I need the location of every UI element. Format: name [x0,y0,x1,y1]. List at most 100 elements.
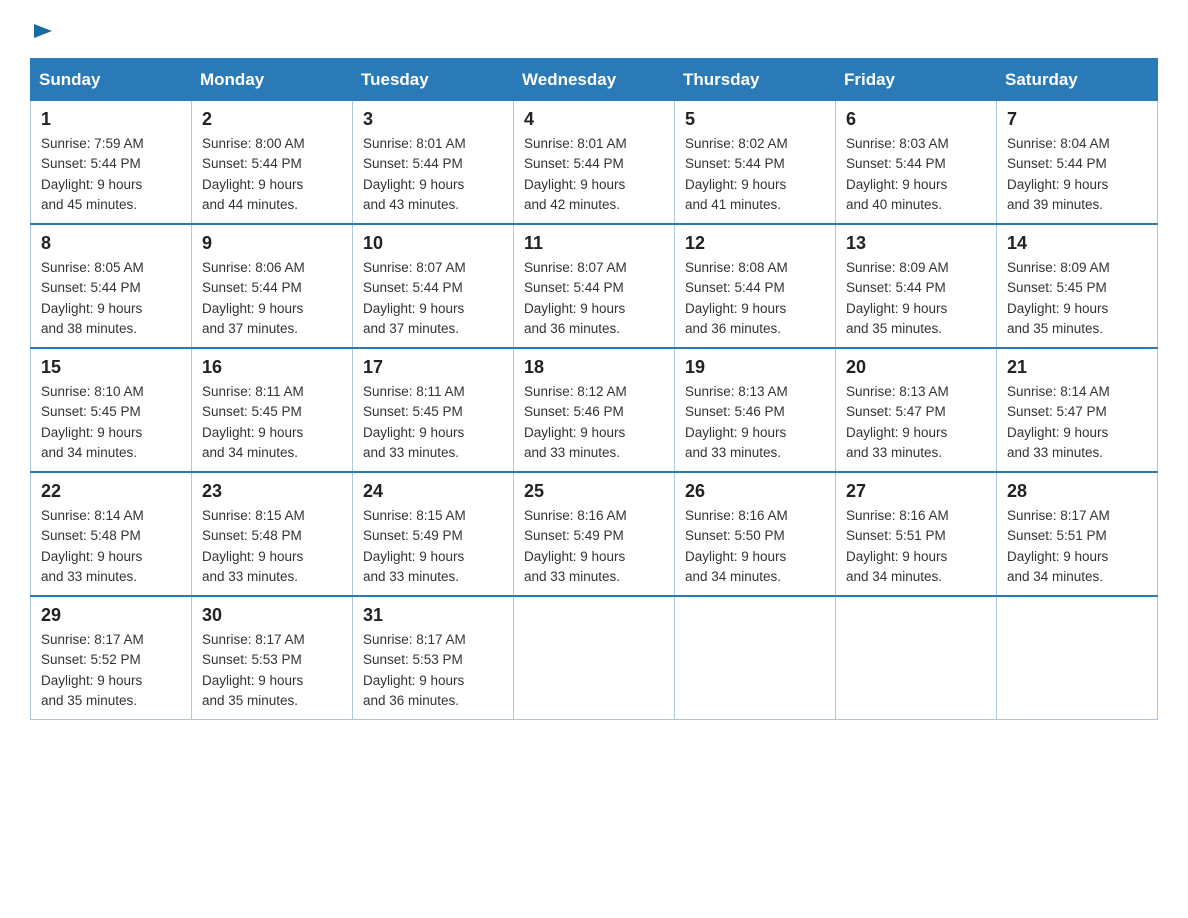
calendar-cell: 9 Sunrise: 8:06 AM Sunset: 5:44 PM Dayli… [192,224,353,348]
calendar-cell: 5 Sunrise: 8:02 AM Sunset: 5:44 PM Dayli… [675,101,836,225]
day-number: 23 [202,481,342,502]
day-info: Sunrise: 8:04 AM Sunset: 5:44 PM Dayligh… [1007,134,1147,215]
day-info: Sunrise: 8:16 AM Sunset: 5:49 PM Dayligh… [524,506,664,587]
calendar-cell: 26 Sunrise: 8:16 AM Sunset: 5:50 PM Dayl… [675,472,836,596]
day-info: Sunrise: 8:03 AM Sunset: 5:44 PM Dayligh… [846,134,986,215]
calendar-cell: 13 Sunrise: 8:09 AM Sunset: 5:44 PM Dayl… [836,224,997,348]
day-info: Sunrise: 7:59 AM Sunset: 5:44 PM Dayligh… [41,134,181,215]
calendar-week-row: 22 Sunrise: 8:14 AM Sunset: 5:48 PM Dayl… [31,472,1158,596]
day-info: Sunrise: 8:17 AM Sunset: 5:53 PM Dayligh… [202,630,342,711]
day-info: Sunrise: 8:07 AM Sunset: 5:44 PM Dayligh… [363,258,503,339]
day-info: Sunrise: 8:06 AM Sunset: 5:44 PM Dayligh… [202,258,342,339]
calendar-cell: 20 Sunrise: 8:13 AM Sunset: 5:47 PM Dayl… [836,348,997,472]
calendar-cell: 25 Sunrise: 8:16 AM Sunset: 5:49 PM Dayl… [514,472,675,596]
calendar-cell: 17 Sunrise: 8:11 AM Sunset: 5:45 PM Dayl… [353,348,514,472]
day-info: Sunrise: 8:13 AM Sunset: 5:46 PM Dayligh… [685,382,825,463]
day-info: Sunrise: 8:11 AM Sunset: 5:45 PM Dayligh… [202,382,342,463]
calendar-cell: 7 Sunrise: 8:04 AM Sunset: 5:44 PM Dayli… [997,101,1158,225]
calendar-cell: 12 Sunrise: 8:08 AM Sunset: 5:44 PM Dayl… [675,224,836,348]
day-number: 9 [202,233,342,254]
calendar-cell: 29 Sunrise: 8:17 AM Sunset: 5:52 PM Dayl… [31,596,192,720]
calendar-cell: 10 Sunrise: 8:07 AM Sunset: 5:44 PM Dayl… [353,224,514,348]
header [30,20,1158,42]
day-header-thursday: Thursday [675,59,836,101]
day-number: 8 [41,233,181,254]
calendar-cell [675,596,836,720]
calendar-cell: 28 Sunrise: 8:17 AM Sunset: 5:51 PM Dayl… [997,472,1158,596]
day-info: Sunrise: 8:00 AM Sunset: 5:44 PM Dayligh… [202,134,342,215]
logo [30,20,54,42]
calendar-cell: 23 Sunrise: 8:15 AM Sunset: 5:48 PM Dayl… [192,472,353,596]
day-info: Sunrise: 8:07 AM Sunset: 5:44 PM Dayligh… [524,258,664,339]
calendar-cell: 11 Sunrise: 8:07 AM Sunset: 5:44 PM Dayl… [514,224,675,348]
day-number: 14 [1007,233,1147,254]
day-info: Sunrise: 8:15 AM Sunset: 5:49 PM Dayligh… [363,506,503,587]
day-info: Sunrise: 8:01 AM Sunset: 5:44 PM Dayligh… [363,134,503,215]
day-number: 19 [685,357,825,378]
day-info: Sunrise: 8:09 AM Sunset: 5:45 PM Dayligh… [1007,258,1147,339]
day-info: Sunrise: 8:16 AM Sunset: 5:51 PM Dayligh… [846,506,986,587]
day-number: 3 [363,109,503,130]
calendar-week-row: 15 Sunrise: 8:10 AM Sunset: 5:45 PM Dayl… [31,348,1158,472]
calendar-cell: 4 Sunrise: 8:01 AM Sunset: 5:44 PM Dayli… [514,101,675,225]
day-number: 27 [846,481,986,502]
calendar-cell [514,596,675,720]
logo-triangle-icon [32,20,54,42]
calendar-cell [997,596,1158,720]
calendar-week-row: 1 Sunrise: 7:59 AM Sunset: 5:44 PM Dayli… [31,101,1158,225]
calendar-cell: 18 Sunrise: 8:12 AM Sunset: 5:46 PM Dayl… [514,348,675,472]
day-info: Sunrise: 8:09 AM Sunset: 5:44 PM Dayligh… [846,258,986,339]
calendar-cell: 31 Sunrise: 8:17 AM Sunset: 5:53 PM Dayl… [353,596,514,720]
day-header-wednesday: Wednesday [514,59,675,101]
day-header-tuesday: Tuesday [353,59,514,101]
day-number: 24 [363,481,503,502]
calendar-cell: 16 Sunrise: 8:11 AM Sunset: 5:45 PM Dayl… [192,348,353,472]
calendar-table: SundayMondayTuesdayWednesdayThursdayFrid… [30,58,1158,720]
day-number: 11 [524,233,664,254]
calendar-cell: 22 Sunrise: 8:14 AM Sunset: 5:48 PM Dayl… [31,472,192,596]
day-info: Sunrise: 8:14 AM Sunset: 5:48 PM Dayligh… [41,506,181,587]
day-number: 4 [524,109,664,130]
calendar-cell: 30 Sunrise: 8:17 AM Sunset: 5:53 PM Dayl… [192,596,353,720]
day-number: 21 [1007,357,1147,378]
day-number: 13 [846,233,986,254]
day-number: 22 [41,481,181,502]
day-number: 25 [524,481,664,502]
calendar-cell: 14 Sunrise: 8:09 AM Sunset: 5:45 PM Dayl… [997,224,1158,348]
day-number: 20 [846,357,986,378]
day-info: Sunrise: 8:13 AM Sunset: 5:47 PM Dayligh… [846,382,986,463]
day-info: Sunrise: 8:05 AM Sunset: 5:44 PM Dayligh… [41,258,181,339]
calendar-cell: 19 Sunrise: 8:13 AM Sunset: 5:46 PM Dayl… [675,348,836,472]
calendar-week-row: 29 Sunrise: 8:17 AM Sunset: 5:52 PM Dayl… [31,596,1158,720]
day-number: 2 [202,109,342,130]
day-info: Sunrise: 8:14 AM Sunset: 5:47 PM Dayligh… [1007,382,1147,463]
day-info: Sunrise: 8:12 AM Sunset: 5:46 PM Dayligh… [524,382,664,463]
calendar-cell: 2 Sunrise: 8:00 AM Sunset: 5:44 PM Dayli… [192,101,353,225]
day-number: 5 [685,109,825,130]
day-number: 10 [363,233,503,254]
day-info: Sunrise: 8:16 AM Sunset: 5:50 PM Dayligh… [685,506,825,587]
day-header-saturday: Saturday [997,59,1158,101]
day-info: Sunrise: 8:11 AM Sunset: 5:45 PM Dayligh… [363,382,503,463]
day-info: Sunrise: 8:02 AM Sunset: 5:44 PM Dayligh… [685,134,825,215]
calendar-cell: 27 Sunrise: 8:16 AM Sunset: 5:51 PM Dayl… [836,472,997,596]
calendar-cell: 8 Sunrise: 8:05 AM Sunset: 5:44 PM Dayli… [31,224,192,348]
day-number: 28 [1007,481,1147,502]
calendar-week-row: 8 Sunrise: 8:05 AM Sunset: 5:44 PM Dayli… [31,224,1158,348]
day-number: 30 [202,605,342,626]
day-number: 16 [202,357,342,378]
day-number: 31 [363,605,503,626]
calendar-cell [836,596,997,720]
day-number: 12 [685,233,825,254]
calendar-cell: 15 Sunrise: 8:10 AM Sunset: 5:45 PM Dayl… [31,348,192,472]
calendar-cell: 6 Sunrise: 8:03 AM Sunset: 5:44 PM Dayli… [836,101,997,225]
calendar-cell: 24 Sunrise: 8:15 AM Sunset: 5:49 PM Dayl… [353,472,514,596]
day-header-friday: Friday [836,59,997,101]
day-info: Sunrise: 8:08 AM Sunset: 5:44 PM Dayligh… [685,258,825,339]
day-number: 26 [685,481,825,502]
calendar-cell: 3 Sunrise: 8:01 AM Sunset: 5:44 PM Dayli… [353,101,514,225]
calendar-header-row: SundayMondayTuesdayWednesdayThursdayFrid… [31,59,1158,101]
day-info: Sunrise: 8:15 AM Sunset: 5:48 PM Dayligh… [202,506,342,587]
calendar-cell: 1 Sunrise: 7:59 AM Sunset: 5:44 PM Dayli… [31,101,192,225]
day-info: Sunrise: 8:10 AM Sunset: 5:45 PM Dayligh… [41,382,181,463]
